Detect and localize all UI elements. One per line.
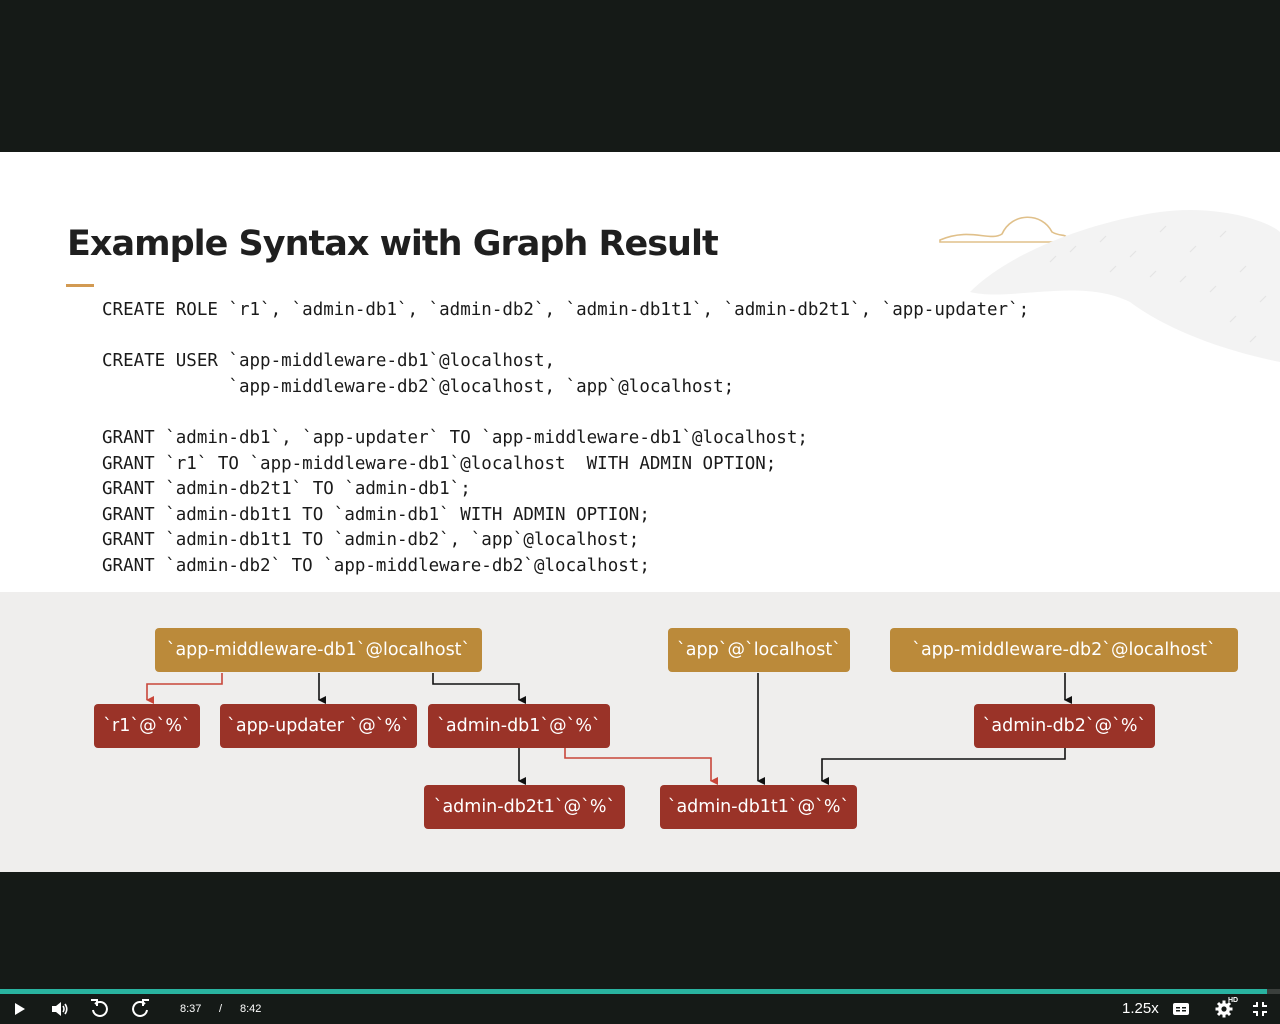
node-r1: `r1`@`%` [94,704,200,748]
node-admin-db2t1: `admin-db2t1`@`%` [424,785,625,829]
presentation-slide: Example Syntax with Graph Result CREATE … [0,152,1280,872]
volume-button[interactable] [48,994,72,1024]
node-admin-db1: `admin-db1`@`%` [428,704,610,748]
rewind-button[interactable] [88,994,112,1024]
node-admin-db2: `admin-db2`@`%` [974,704,1155,748]
code-line: GRANT `admin-db2` TO `app-middleware-db2… [102,555,650,576]
exit-fullscreen-icon [1253,1002,1267,1016]
volume-icon [52,1002,68,1016]
play-icon [15,1003,25,1015]
node-admin-db1t1: `admin-db1t1`@`%` [660,785,857,829]
video-player-controls: 8:37 / 8:42 1.25x HD [0,989,1280,1024]
code-line: `app-middleware-db2`@localhost, `app`@lo… [102,376,735,397]
current-time: 8:37 [180,1003,202,1015]
play-button[interactable] [8,994,32,1024]
code-line: CREATE USER `app-middleware-db1`@localho… [102,351,556,372]
code-line: GRANT `admin-db2t1` TO `admin-db1`; [102,479,471,500]
hd-badge: HD [1228,997,1239,1004]
edge-admin-db1-to-admin-db1t1 [564,748,718,785]
exit-fullscreen-button[interactable] [1252,994,1268,1024]
node-app-localhost: `app`@`localhost` [668,628,850,672]
settings-button[interactable]: HD [1208,994,1240,1024]
code-line: GRANT `admin-db1`, `app-updater` TO `app… [102,427,808,448]
slide-title: Example Syntax with Graph Result [67,224,719,264]
playback-speed-button[interactable]: 1.25x [1122,994,1159,1024]
sql-code-block: CREATE ROLE `r1`, `admin-db1`, `admin-db… [102,298,1029,580]
code-line: CREATE ROLE `r1`, `admin-db1`, `admin-db… [102,300,1030,320]
duration: 8:42 [240,1003,262,1015]
captions-icon [1173,1003,1189,1015]
node-app-middleware-db1: `app-middleware-db1`@localhost` [155,628,482,672]
edge-mw-db1-to-admin-db1 [432,673,526,704]
code-line: GRANT `r1` TO `app-middleware-db1`@local… [102,453,777,474]
time-separator: / [219,1003,223,1015]
node-app-middleware-db2: `app-middleware-db2`@localhost` [890,628,1238,672]
title-underline [66,284,94,287]
role-graph: `app-middleware-db1`@localhost` `app`@`l… [0,592,1280,872]
node-app-updater: `app-updater `@`%` [220,704,417,748]
forward-button[interactable] [128,994,152,1024]
captions-button[interactable] [1171,994,1191,1024]
edge-admin-db2-to-admin-db1t1 [821,748,1066,785]
code-line: GRANT `admin-db1t1 TO `admin-db2`, `app`… [102,530,640,551]
edge-mw-db1-to-r1 [146,673,223,704]
forward-icon [132,999,149,1017]
rewind-icon [91,999,108,1017]
code-line: GRANT `admin-db1t1 TO `admin-db1` WITH A… [102,504,650,525]
